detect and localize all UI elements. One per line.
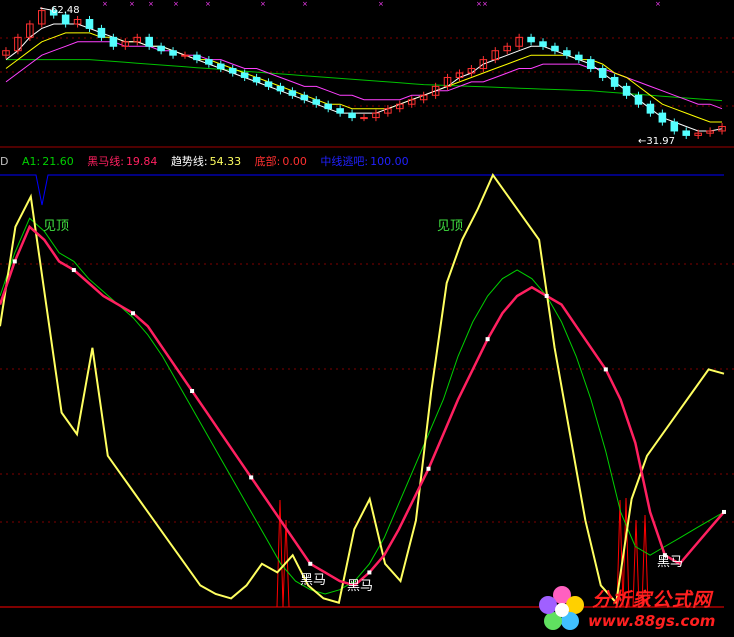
legend-a1-label: A1: xyxy=(21,155,41,168)
heima-marker xyxy=(544,293,549,298)
heima-marker xyxy=(190,389,195,393)
candle-body xyxy=(169,50,177,56)
legend-trend-value: 54.33 xyxy=(209,155,242,168)
signal-marker: × xyxy=(655,0,661,8)
candle-body xyxy=(646,103,655,114)
indicator-panel-grid xyxy=(0,263,734,523)
signal-marker: × xyxy=(148,0,154,8)
legend-a1-value: 21.60 xyxy=(42,155,74,168)
candle-body xyxy=(682,130,691,136)
candle-body xyxy=(264,81,273,87)
candle-body xyxy=(97,27,106,38)
candle-body xyxy=(336,108,344,114)
signal-marker: × xyxy=(482,0,488,8)
watermark-url: www.88gs.com xyxy=(588,612,716,630)
price-panel-grid xyxy=(0,37,734,107)
candle-body xyxy=(527,36,535,43)
signal-marker: × xyxy=(260,0,266,8)
legend-heima-label: 黑马线: xyxy=(87,155,124,168)
chart-canvas: × × × × × × × × × × × 62.48 ←31.97 见顶 见顶 黑马 黑马 黑马 xyxy=(0,0,734,608)
signal-marker: × xyxy=(476,0,482,8)
candle-body xyxy=(324,103,332,110)
heima-marker xyxy=(367,570,372,575)
signal-marker: × xyxy=(302,0,308,8)
a1-line xyxy=(0,217,725,595)
candle-body xyxy=(85,19,94,29)
candle-body xyxy=(622,85,631,96)
top-signal-label-2: 见顶 xyxy=(437,219,463,234)
heima-marker xyxy=(603,367,608,372)
candle-body xyxy=(288,90,297,96)
legend-bottom-value: 0.00 xyxy=(282,155,307,168)
legend-escape-value: 100.00 xyxy=(370,155,409,168)
candle-body xyxy=(145,36,153,47)
legend-heima-value: 19.84 xyxy=(125,155,158,168)
price-low-label: ←31.97 xyxy=(638,136,675,147)
heima-marker xyxy=(485,337,490,342)
escape-line xyxy=(0,174,724,206)
heima-marker xyxy=(426,466,431,471)
candle-body xyxy=(276,85,285,92)
heima-marker xyxy=(308,561,313,566)
legend-bottom-label: 底部: xyxy=(254,155,281,168)
legend-trend-label: 趋势线: xyxy=(170,155,208,168)
flower-logo-icon xyxy=(539,586,584,630)
heima-signal-label-1: 黑马 xyxy=(300,573,326,588)
candle-body xyxy=(670,121,679,132)
signal-marker: × xyxy=(173,0,179,8)
candle-body xyxy=(348,112,356,119)
heima-line xyxy=(0,224,725,587)
heima-signal-label-3: 黑马 xyxy=(657,555,683,570)
candle-body xyxy=(205,59,213,65)
candle-body xyxy=(575,54,583,61)
candle-body xyxy=(551,45,559,52)
candle-body xyxy=(634,94,643,105)
legend-prefix: D xyxy=(0,155,9,168)
candle-body xyxy=(217,63,225,70)
candle-body xyxy=(181,54,189,57)
heima-marker xyxy=(130,311,135,316)
signal-marker: × xyxy=(129,0,135,8)
candle-body xyxy=(360,117,368,120)
candle-body xyxy=(61,14,70,25)
candle-body xyxy=(610,76,619,87)
price-high-label: 62.48 xyxy=(51,5,80,16)
candle-body xyxy=(240,72,249,78)
candle-body xyxy=(193,54,201,61)
price-candles xyxy=(2,7,726,139)
candle-body xyxy=(586,59,595,70)
candle-body xyxy=(312,99,321,105)
heima-signal-label-2: 黑马 xyxy=(347,579,373,594)
top-signal-label-1: 见顶 xyxy=(43,219,69,234)
candle-body xyxy=(598,68,607,78)
heima-marker xyxy=(12,259,17,264)
candle-body xyxy=(300,94,309,101)
candle-body xyxy=(658,112,667,123)
candle-body xyxy=(109,36,118,47)
candle-body xyxy=(228,68,237,74)
candle-body xyxy=(157,45,165,52)
site-watermark: 分析家公式网 www.88gs.com xyxy=(534,583,734,637)
heima-marker xyxy=(71,268,76,273)
heima-marker xyxy=(249,475,254,480)
price-top-markers: × × × × × × × × × × × xyxy=(102,0,661,8)
legend-escape-label: 中线逃吧: xyxy=(320,155,369,168)
signal-marker: × xyxy=(102,0,108,8)
watermark-title: 分析家公式网 xyxy=(592,589,713,611)
heima-marker xyxy=(722,509,726,514)
candle-body xyxy=(563,50,571,56)
indicator-legend: D A1: 21.60 黑马线: 19.84 趋势线: 54.33 底部: 0.00 中… xyxy=(0,153,411,168)
candle-body xyxy=(539,41,547,47)
signal-marker: × xyxy=(378,0,384,8)
signal-marker: × xyxy=(205,0,211,8)
candle-body xyxy=(252,76,261,83)
